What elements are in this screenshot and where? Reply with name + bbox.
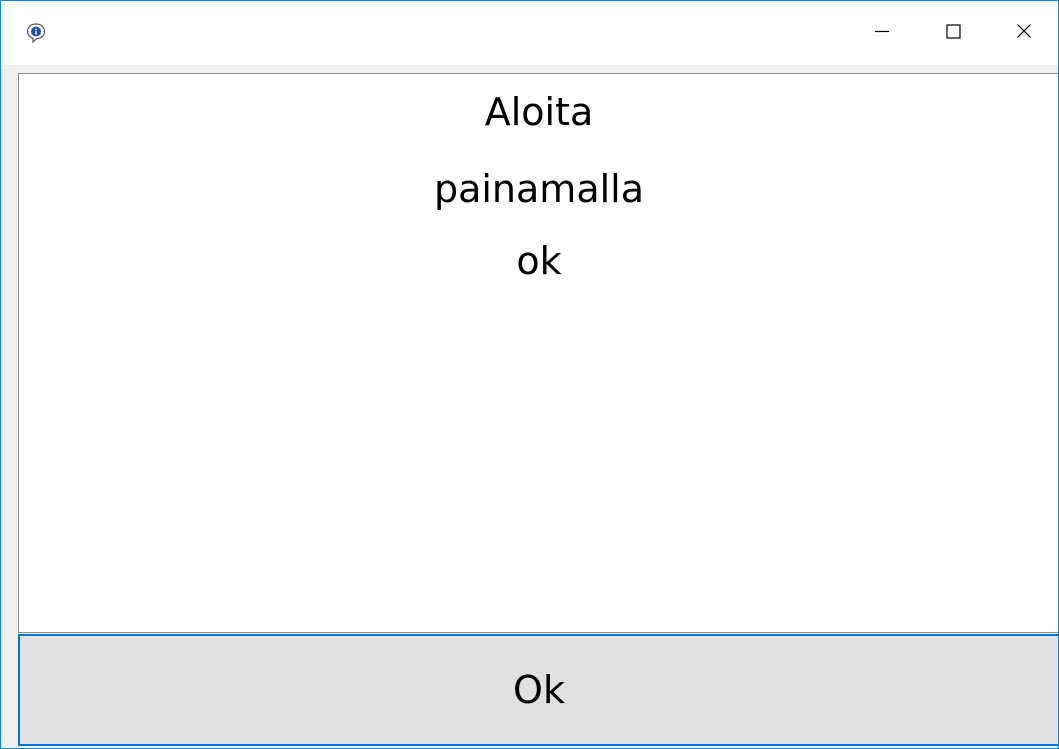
message-line: Aloita [484,90,594,134]
maximize-icon [943,21,963,45]
ok-button[interactable]: Ok [18,634,1058,746]
message-line: ok [516,239,562,283]
maximize-button[interactable] [918,1,987,65]
minimize-button[interactable] [847,1,916,65]
message-line: painamalla [433,167,645,211]
message-text-area[interactable]: Aloita painamalla ok [18,73,1058,633]
minimize-icon [872,21,892,45]
title-bar[interactable] [1,1,1058,65]
app-window: Aloita painamalla ok Ok [0,0,1059,749]
close-button[interactable] [989,1,1058,65]
close-icon [1014,21,1034,45]
info-icon [26,23,46,44]
